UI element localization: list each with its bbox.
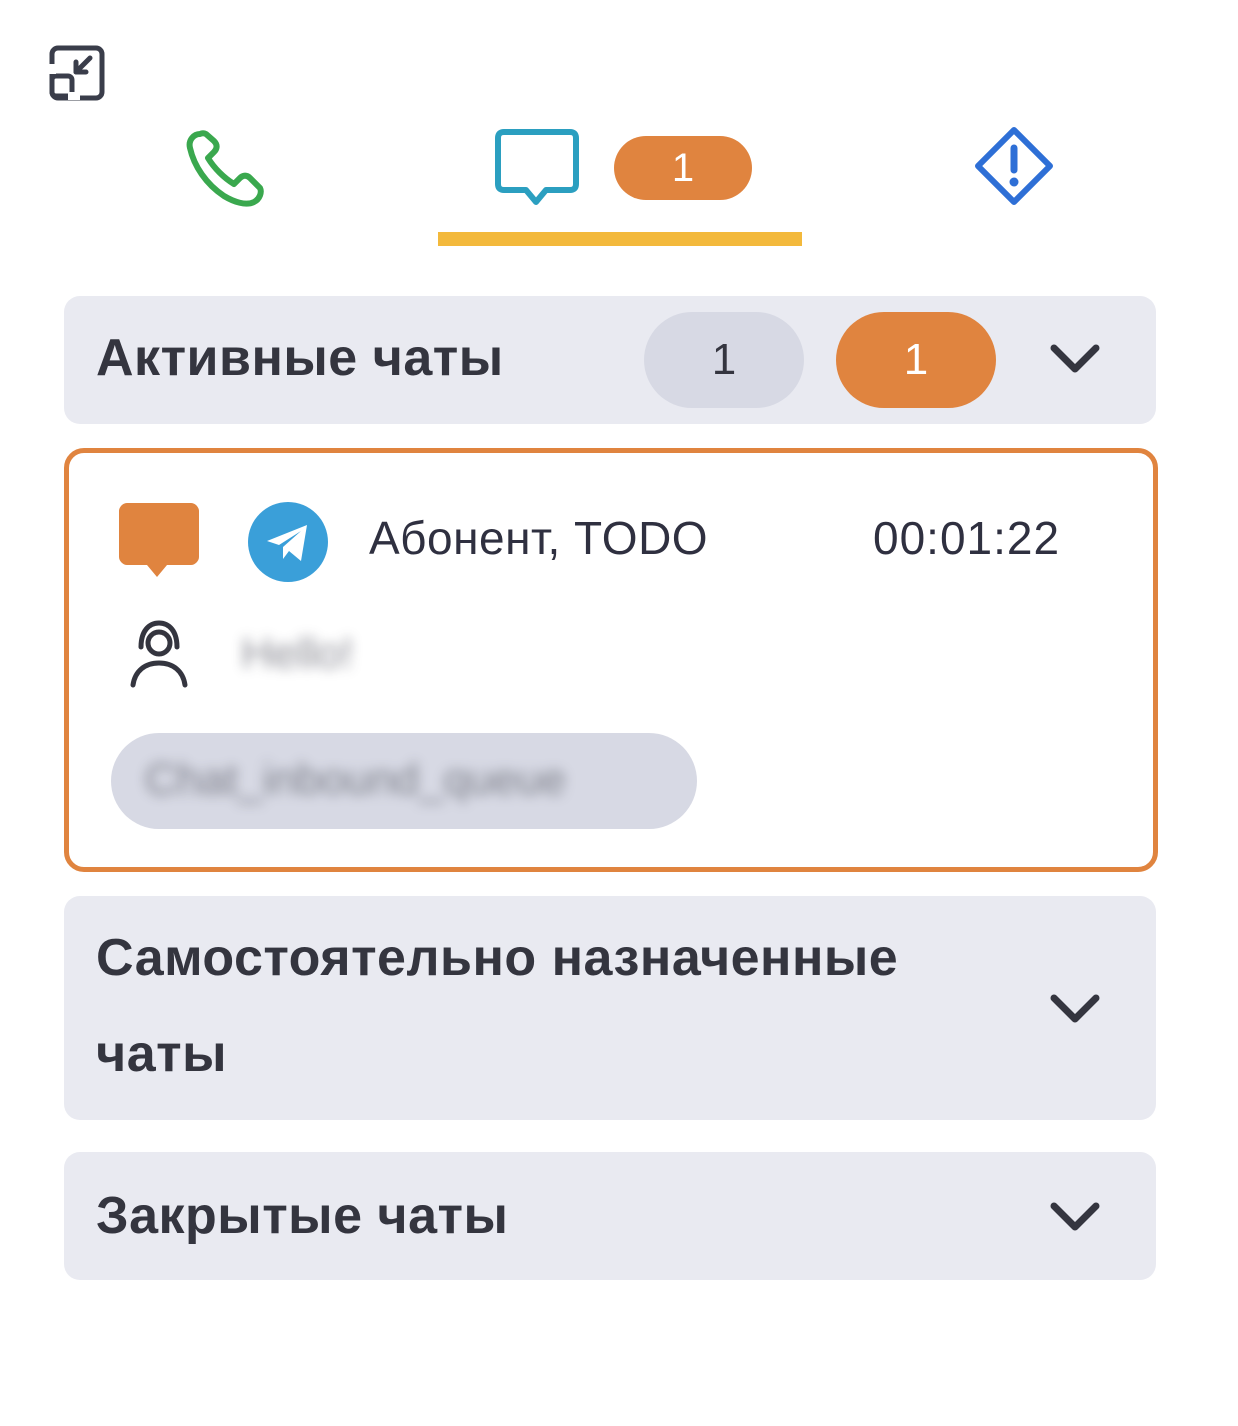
chevron-down-icon[interactable]: [1048, 992, 1102, 1026]
tab-calls[interactable]: [180, 122, 272, 214]
alert-diamond-icon: [968, 127, 1060, 218]
tab-chats[interactable]: [490, 122, 584, 214]
chat-last-message: Hello!: [241, 629, 354, 678]
operator-icon: [127, 619, 191, 689]
chat-bubble-icon: [490, 129, 584, 218]
queue-name: Chat_inbound_queue: [145, 755, 566, 804]
section-title: Закрытые чаты: [96, 1187, 509, 1245]
queue-badge: Chat_inbound_queue: [111, 733, 697, 829]
section-title: Активные чаты: [96, 329, 504, 387]
phone-icon: [180, 130, 272, 218]
section-closed-chats[interactable]: Закрытые чаты: [64, 1152, 1156, 1280]
section-self-assigned-chats[interactable]: Самостоятельно назначенные чаты: [64, 896, 1156, 1120]
chat-contact-name: Абонент, TODO: [369, 512, 709, 564]
chevron-down-icon[interactable]: [1048, 1200, 1102, 1234]
chevron-down-icon[interactable]: [1048, 342, 1102, 376]
chat-count-badge: 1: [644, 312, 804, 408]
chat-status-icon: [117, 501, 201, 585]
collapse-icon[interactable]: [46, 44, 106, 102]
section-title: Самостоятельно назначенные чаты: [96, 929, 899, 1083]
tab-alerts[interactable]: [968, 122, 1060, 214]
section-active-chats[interactable]: Активные чаты 1 1: [64, 296, 1156, 424]
chat-item[interactable]: Абонент, TODO 00:01:22 Hello! Chat_inbou…: [64, 448, 1158, 872]
telegram-icon: [247, 501, 329, 583]
unread-count-badge: 1: [836, 312, 996, 408]
chat-timer: 00:01:22: [873, 512, 1061, 564]
tab-chats-badge: 1: [614, 136, 752, 200]
active-tab-indicator: [438, 232, 802, 246]
